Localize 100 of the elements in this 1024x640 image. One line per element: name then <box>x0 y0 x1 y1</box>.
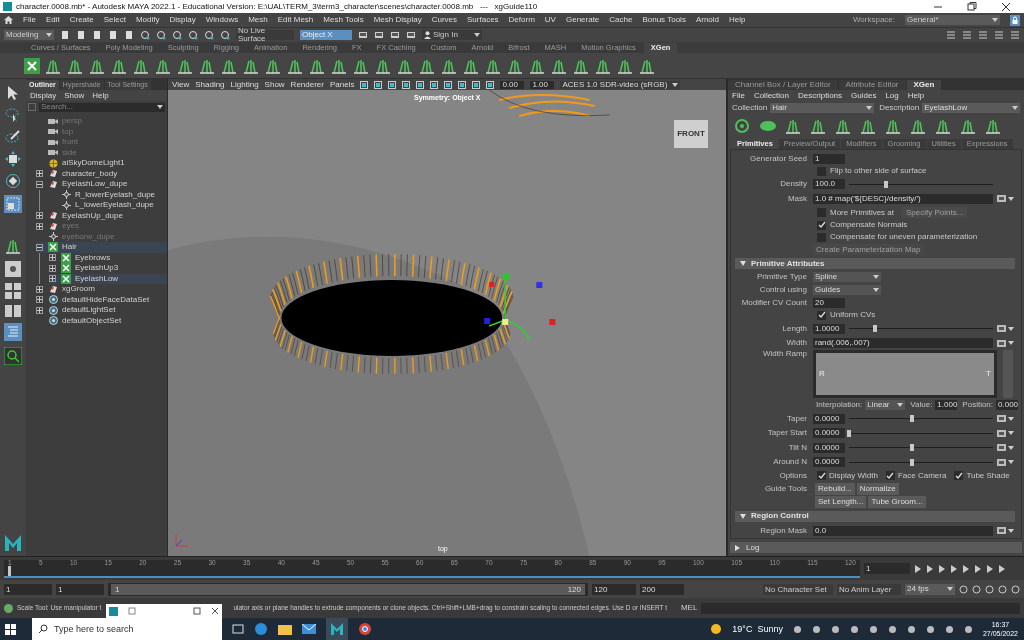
home-icon[interactable] <box>4 16 13 24</box>
expand-icon[interactable] <box>36 212 43 220</box>
slider-track[interactable] <box>849 444 993 451</box>
checkbox[interactable] <box>817 471 826 481</box>
gamma-field[interactable]: 1.00 <box>530 80 555 89</box>
menu-set-dropdown[interactable]: Modeling <box>4 30 54 40</box>
menu-item[interactable]: Guides <box>851 91 877 100</box>
section-header[interactable]: Region Control <box>735 510 1015 522</box>
scale-icon[interactable] <box>4 195 22 213</box>
end-frame-field[interactable]: 200 <box>640 583 684 595</box>
value-field[interactable]: 100.0 <box>813 179 845 190</box>
menu-item[interactable]: Create <box>69 16 94 24</box>
outliner-item[interactable]: Hair <box>36 242 167 253</box>
color-space-dropdown[interactable]: ACES 1.0 SDR-video (sRGB) <box>560 80 681 89</box>
view-cube[interactable]: FRONT <box>674 120 708 148</box>
character-set-dropdown[interactable]: No Character Set <box>763 583 833 595</box>
outliner-item[interactable]: defaultLightSet <box>36 305 167 316</box>
menu-item[interactable]: Cache <box>609 16 633 24</box>
outliner-item[interactable]: xgGroom <box>36 284 167 295</box>
dropdown[interactable]: Guides <box>813 284 881 295</box>
view-option-icon[interactable] <box>444 80 453 89</box>
move-icon[interactable] <box>5 151 21 167</box>
tool-button[interactable]: Rebuild... <box>815 482 855 495</box>
value-field[interactable]: 0.0000 <box>813 457 845 467</box>
menu-item[interactable]: Surfaces <box>467 16 499 24</box>
strands-icon[interactable] <box>884 117 902 135</box>
expression-field[interactable]: 0.0 <box>813 525 993 536</box>
layout-two-icon[interactable] <box>5 305 21 317</box>
outliner-item[interactable]: defaultObjectSet <box>36 315 167 326</box>
strands-icon[interactable] <box>909 117 927 135</box>
value-field[interactable]: 0.000 <box>996 399 1019 410</box>
view-option-icon[interactable] <box>388 80 397 89</box>
outliner-item[interactable]: defaultHideFaceDataSet <box>36 294 167 305</box>
menu-item[interactable]: Help <box>907 91 925 100</box>
panel-toggle-icon[interactable] <box>962 30 972 40</box>
menu-item[interactable]: Windows <box>205 16 239 24</box>
section-header[interactable]: Primitive Attributes <box>735 258 1015 269</box>
outliner-item[interactable]: L_lowerEyelash_dupe <box>49 200 167 211</box>
checkbox[interactable] <box>817 220 826 230</box>
task-view-icon[interactable] <box>232 624 244 634</box>
menu-item[interactable]: Arnold <box>695 16 719 24</box>
value-field[interactable]: 20 <box>813 297 845 308</box>
snap-icon[interactable] <box>204 30 214 40</box>
menu-item[interactable]: Edit <box>45 16 60 24</box>
folder-icon[interactable] <box>278 623 292 635</box>
checkbox[interactable] <box>885 471 895 481</box>
outliner-item[interactable]: EyelashUp_dupe <box>36 210 167 221</box>
collapse-icon[interactable] <box>36 180 43 188</box>
outliner-item[interactable]: character_body <box>36 168 167 179</box>
layout-four-icon[interactable] <box>5 283 21 299</box>
menu-item[interactable]: Select <box>103 16 126 24</box>
menu-item[interactable]: Descriptions <box>798 91 843 100</box>
outliner-item[interactable]: aiSkyDomeLight1 <box>36 158 167 169</box>
outliner-item[interactable]: EyelashLow_dupe <box>36 179 167 190</box>
menu-item[interactable]: Renderer <box>290 80 324 89</box>
checkbox[interactable] <box>817 310 826 320</box>
leaf-icon[interactable] <box>759 120 777 132</box>
value-field[interactable]: 1 <box>813 153 845 164</box>
lock-icon[interactable] <box>1010 14 1020 26</box>
menu-item[interactable]: UV <box>544 16 556 24</box>
exposure-field[interactable]: 0.00 <box>500 80 525 89</box>
snap-icon[interactable] <box>172 30 182 40</box>
expand-icon[interactable] <box>36 285 43 293</box>
collapse-icon[interactable] <box>36 243 43 251</box>
value-field[interactable]: 0.0000 <box>813 428 845 438</box>
log-section-header[interactable]: Log <box>730 542 1022 553</box>
playback-end-field[interactable]: 120 <box>592 583 636 595</box>
strands-icon[interactable] <box>859 117 877 135</box>
menu-item[interactable]: Edit Mesh <box>277 16 314 24</box>
rotate-icon[interactable] <box>5 173 21 189</box>
outliner-item[interactable]: Eyebrows <box>49 252 167 263</box>
menu-item[interactable]: Show <box>64 91 85 100</box>
tool-button[interactable]: Set Length... <box>815 496 867 509</box>
create-map-button[interactable]: Create Parameterization Map <box>813 244 924 256</box>
collection-dropdown[interactable]: Hair <box>770 102 875 113</box>
expression-field[interactable]: 1.0 # map('${DESC}/density/') <box>813 193 993 204</box>
menu-item[interactable]: Deform <box>508 16 535 24</box>
mail-icon[interactable] <box>302 624 316 634</box>
panel-toggle-icon[interactable] <box>1010 30 1020 40</box>
dropdown[interactable]: Spline <box>813 272 881 283</box>
select-arrow-icon[interactable] <box>6 85 20 101</box>
menu-item[interactable]: Display <box>30 91 57 100</box>
tab[interactable]: XGen <box>906 80 942 90</box>
expand-icon[interactable] <box>36 222 43 230</box>
view-option-icon[interactable] <box>402 80 411 89</box>
menu-item[interactable]: File <box>23 16 36 24</box>
search-field[interactable]: Search... <box>39 102 165 112</box>
menu-item[interactable]: Generate <box>565 16 600 24</box>
expand-icon[interactable] <box>49 264 56 272</box>
snap-icon[interactable] <box>140 30 150 40</box>
expand-icon[interactable] <box>36 170 43 178</box>
menu-item[interactable]: File <box>732 91 745 100</box>
slider-thumb[interactable] <box>847 429 851 437</box>
search-icon[interactable] <box>4 347 22 365</box>
strands-icon[interactable] <box>784 117 802 135</box>
panel-toggle-icon[interactable] <box>978 30 988 40</box>
browser-icon[interactable] <box>254 622 268 636</box>
layout-single-icon[interactable] <box>5 261 21 277</box>
checkbox[interactable] <box>817 232 826 242</box>
view-option-icon[interactable] <box>458 80 467 89</box>
